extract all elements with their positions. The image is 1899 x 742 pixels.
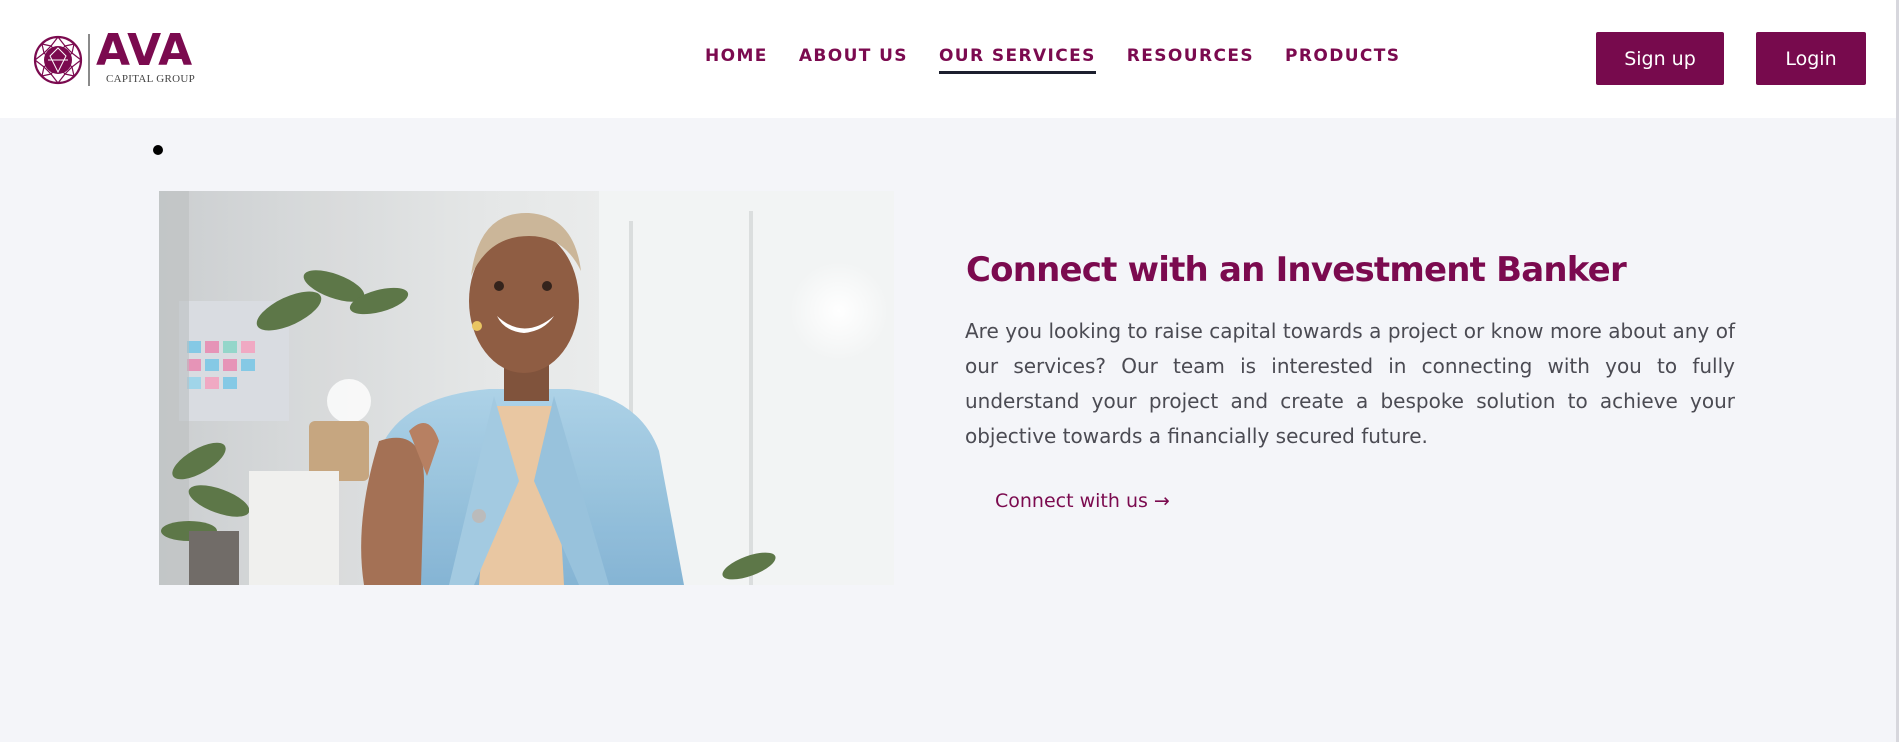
hero-image: [159, 191, 894, 585]
nav-item-about-us[interactable]: ABOUT US: [799, 46, 908, 74]
connect-with-us-link[interactable]: Connect with us →: [995, 490, 1170, 512]
signup-button[interactable]: Sign up: [1596, 32, 1724, 85]
main-nav: HOME ABOUT US OUR SERVICES RESOURCES PRO…: [705, 46, 1431, 74]
nav-item-resources[interactable]: RESOURCES: [1127, 46, 1254, 74]
logo-brand: AVA: [96, 25, 193, 76]
logo-divider: [88, 34, 90, 86]
login-button[interactable]: Login: [1756, 32, 1866, 85]
nav-item-home[interactable]: HOME: [705, 46, 768, 74]
businesswoman-handshake-photo: [159, 191, 894, 585]
site-header: AVA CAPITAL GROUP HOME ABOUT US OUR SERV…: [0, 0, 1896, 118]
page: AVA CAPITAL GROUP HOME ABOUT US OUR SERV…: [0, 0, 1899, 742]
gem-logo-icon: [33, 35, 83, 85]
section-body: Are you looking to raise capital towards…: [965, 319, 1735, 448]
logo-subtitle: CAPITAL GROUP: [106, 73, 196, 85]
nav-item-our-services[interactable]: OUR SERVICES: [938, 46, 1096, 74]
logo-text: AVA CAPITAL GROUP: [96, 29, 196, 85]
list-bullet: [153, 145, 163, 155]
section-title: Connect with an Investment Banker: [966, 250, 1627, 290]
logo[interactable]: AVA CAPITAL GROUP: [32, 29, 196, 86]
nav-item-products[interactable]: PRODUCTS: [1285, 46, 1400, 74]
